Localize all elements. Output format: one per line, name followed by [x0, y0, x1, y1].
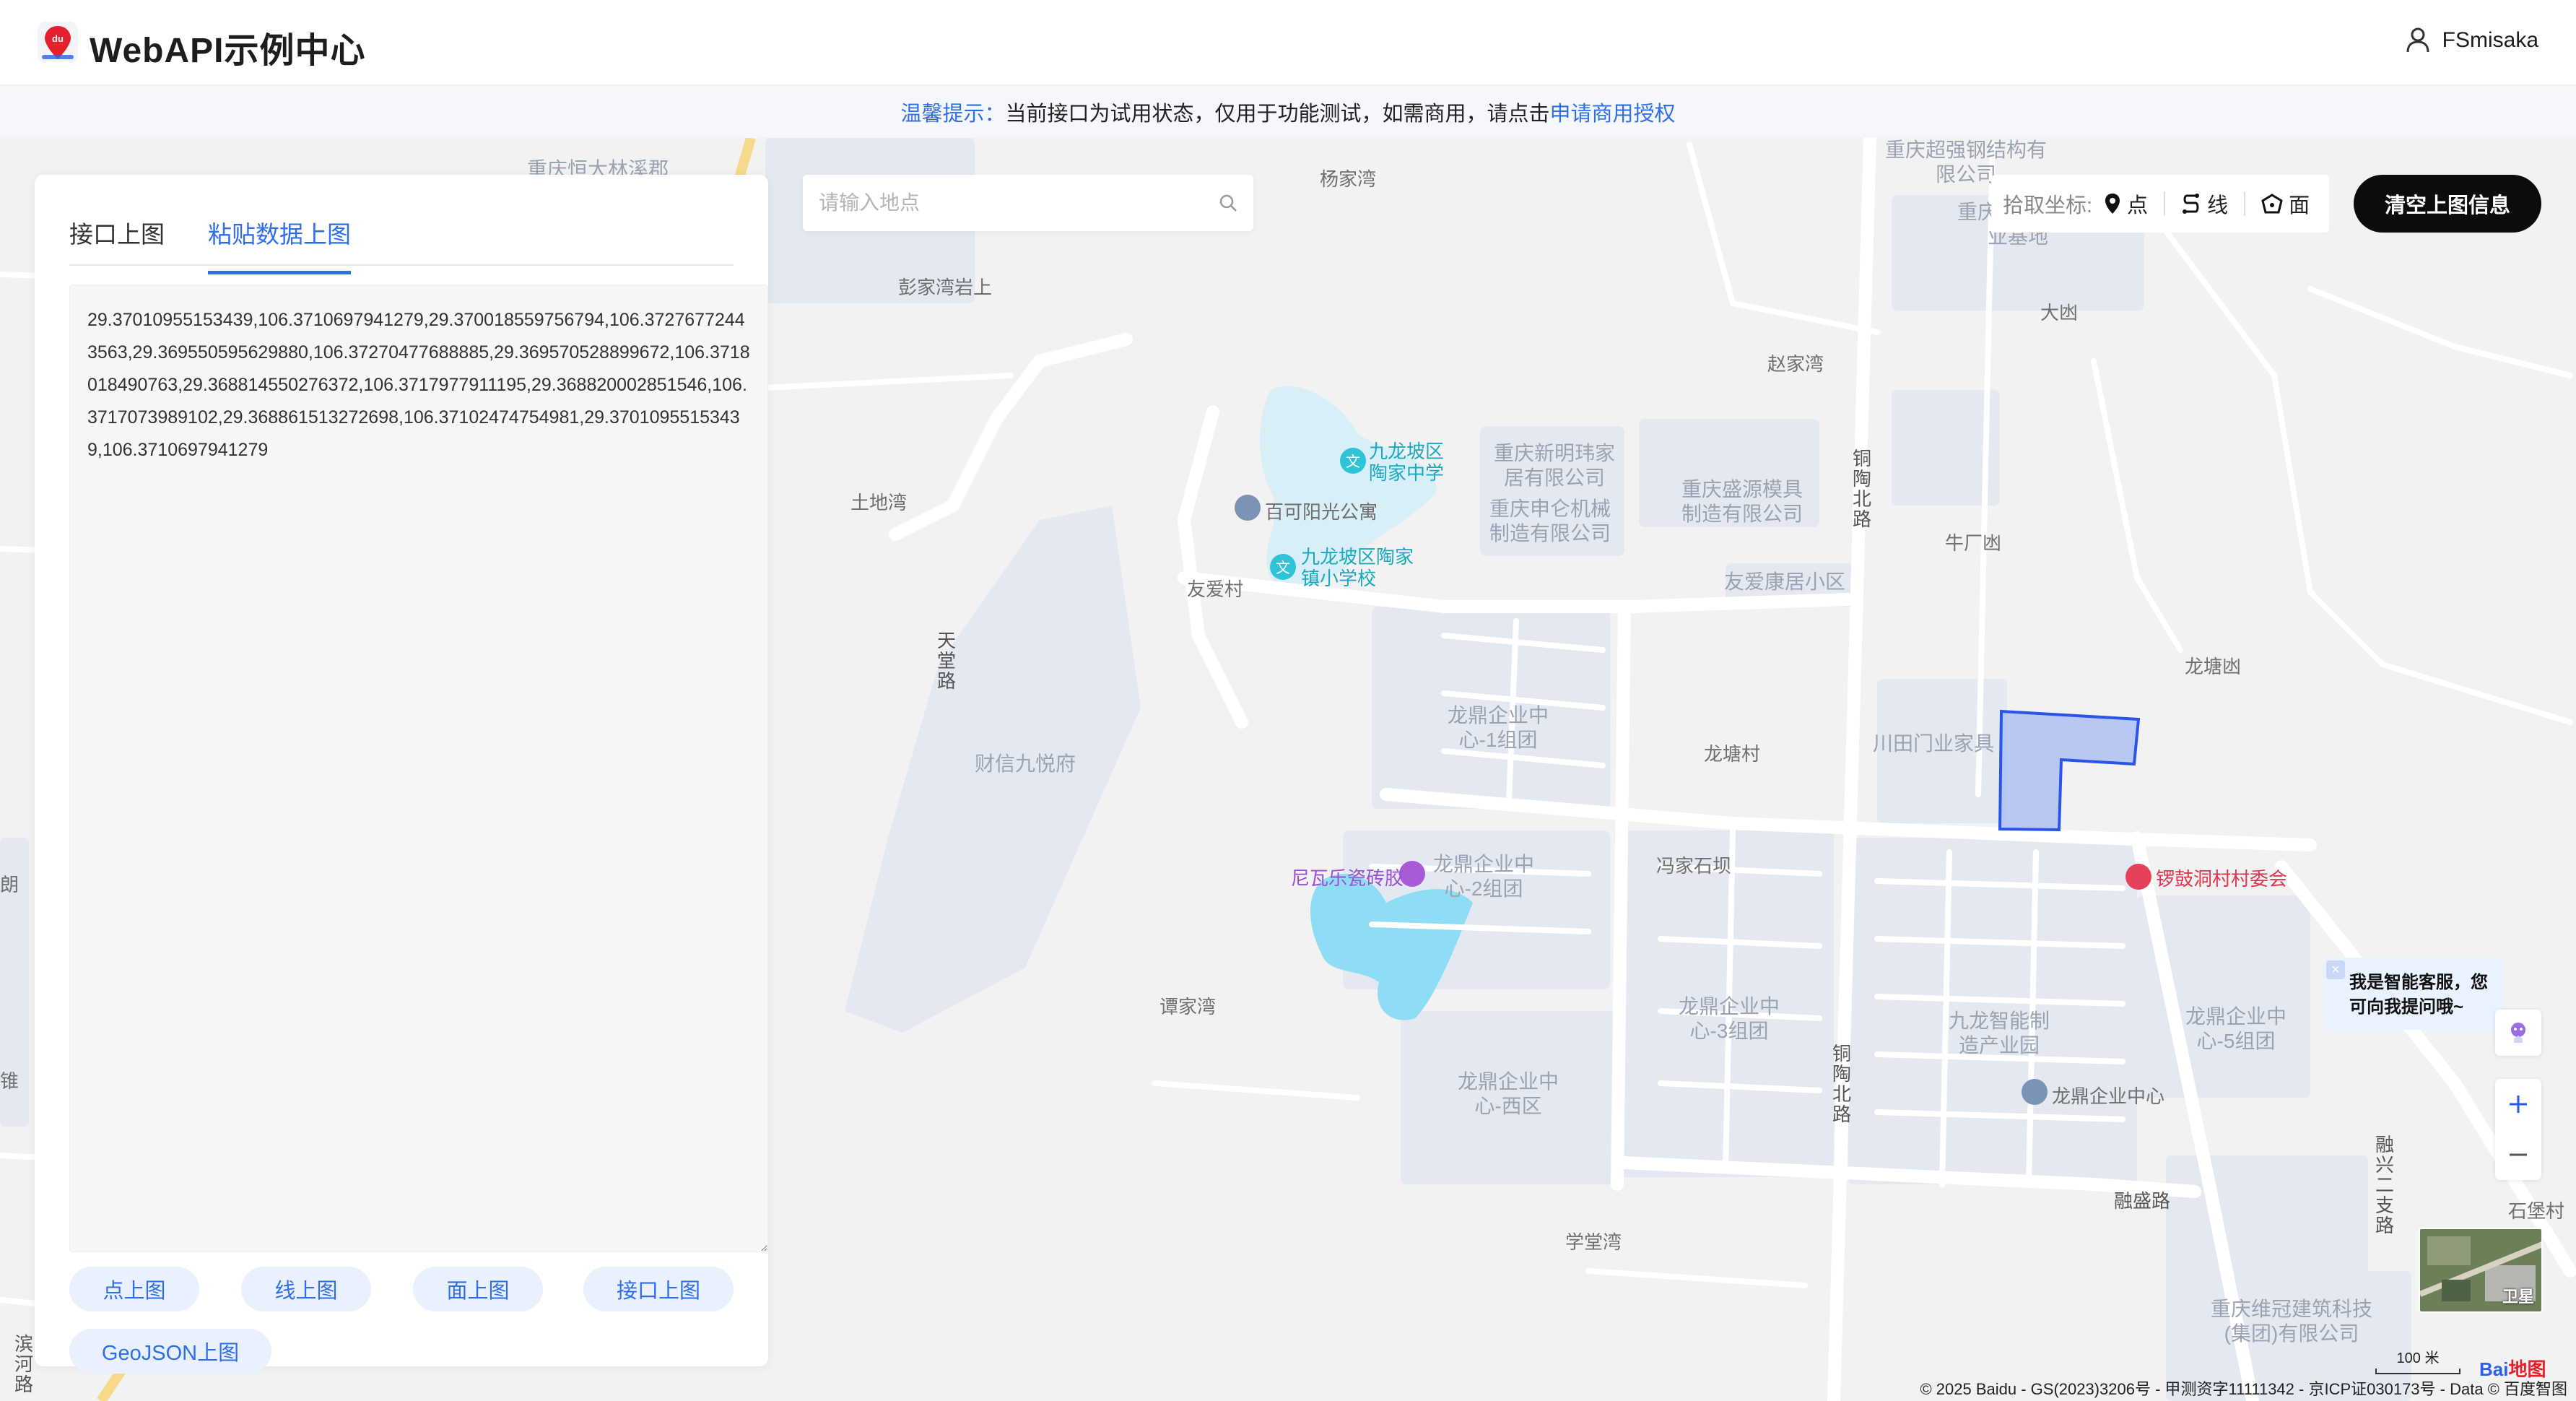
coordinate-picker-toolbar: 拾取坐标: 点 线 面: [1991, 175, 2329, 233]
map-label: 九龙智能制造产业园: [1948, 1010, 2050, 1057]
polygon-icon: [2261, 194, 2283, 214]
location-search[interactable]: [803, 175, 1253, 231]
map-label: 赵家湾: [1767, 353, 1824, 375]
plot-point-button[interactable]: 点上图: [69, 1267, 199, 1311]
toolbar-divider: [2244, 191, 2246, 216]
map-label: 财信九悦府: [975, 752, 1076, 775]
map-label: 石堡村: [2508, 1200, 2565, 1222]
notice-label: 温馨提示：: [900, 103, 1006, 126]
plot-line-button[interactable]: 线上图: [241, 1267, 371, 1311]
chat-bot-icon: [2511, 1023, 2525, 1043]
panel-tabs: 接口上图 粘贴数据上图: [69, 195, 734, 274]
svg-text:du: du: [52, 33, 64, 44]
road-label: 铜陶北路: [1853, 448, 1872, 530]
user-icon: [2406, 27, 2429, 53]
tab-paste-data-upload[interactable]: 粘贴数据上图: [208, 215, 351, 274]
map-label: 谭家湾: [1159, 996, 1217, 1018]
map-label: 冯家石坝: [1656, 855, 1732, 877]
map-label: 土地湾: [850, 492, 908, 513]
map-label: 杨家湾: [1320, 168, 1377, 190]
map-label: 彭家湾岩上: [898, 277, 993, 298]
map-copyright: © 2025 Baidu - GS(2023)3206号 - 甲测资字11111…: [1920, 1380, 2567, 1398]
map-label: 重庆维冠建筑科技(集团)有限公司: [2210, 1298, 2372, 1345]
map-label: 龙鼎企业中心-2组团: [1432, 853, 1534, 900]
map-label: 学堂湾: [1565, 1231, 1622, 1253]
road-label: 融盛路: [2114, 1190, 2171, 1212]
plot-polygon-button[interactable]: 面上图: [413, 1267, 543, 1311]
pick-line-label: 线: [2207, 194, 2229, 217]
map-label: 龙鼎企业中心-1组团: [1447, 704, 1549, 751]
coordinates-textarea[interactable]: [69, 285, 768, 1252]
route-icon: [2183, 194, 2200, 214]
svg-text:文: 文: [1276, 560, 1290, 576]
picker-label: 拾取坐标:: [2003, 194, 2093, 217]
plus-icon: [2510, 1096, 2527, 1113]
close-icon[interactable]: ×: [2326, 960, 2345, 979]
map-label: 重庆新明玮家居有限公司: [1493, 442, 1615, 489]
map-label: 牛厂凼: [1945, 532, 2002, 554]
username: FSmisaka: [2442, 28, 2538, 52]
satellite-label: 卫星: [2502, 1288, 2534, 1306]
map-label: 龙鼎企业中心-西区: [1457, 1070, 1559, 1117]
search-icon[interactable]: [1219, 194, 1237, 212]
poi-label[interactable]: 龙鼎企业中心: [2052, 1082, 2164, 1109]
map-label: 川田门业家具: [1873, 732, 1995, 755]
poi-label[interactable]: 尼瓦乐瓷砖胶: [1291, 864, 1404, 890]
map-label: 龙鼎企业中心-5组团: [2185, 1005, 2286, 1052]
zoom-out-button[interactable]: [2495, 1129, 2541, 1180]
map-scale: 100 米: [2375, 1346, 2460, 1374]
poi-label[interactable]: 锣鼓洞村村委会: [2156, 864, 2287, 891]
svg-text:文: 文: [1346, 454, 1360, 470]
notice-text: 当前接口为试用状态，仅用于功能测试，如需商用，请点击: [1005, 103, 1550, 126]
map-label: 龙塘凼: [2185, 656, 2242, 677]
chat-assistant-button[interactable]: [2495, 1010, 2541, 1056]
poi-label[interactable]: 九龙坡区陶家镇小学校: [1301, 546, 1424, 589]
zoom-in-button[interactable]: [2495, 1079, 2541, 1129]
header-bar: du WebAPI示例中心 FSmisaka: [0, 0, 2576, 85]
map-label: 龙塘村: [1704, 743, 1761, 765]
drawn-polygon: [1998, 709, 2141, 832]
search-input[interactable]: [819, 191, 1219, 214]
map-label: 友爱村: [1187, 578, 1244, 600]
notice-bar: 温馨提示： 当前接口为试用状态，仅用于功能测试，如需商用，请点击 申请商用授权: [0, 86, 2576, 138]
pick-polygon-label: 面: [2289, 194, 2310, 217]
zoom-control: [2495, 1079, 2541, 1180]
location-pin-icon: [2105, 194, 2120, 214]
scale-bar: [2375, 1369, 2460, 1374]
map-label: 锥: [0, 1070, 19, 1092]
map-label: 重庆盛源模具制造有限公司: [1681, 478, 1803, 525]
baidu-map-logo-icon[interactable]: du: [35, 20, 81, 66]
paste-data-panel: 接口上图 粘贴数据上图 点上图 线上图 面上图 接口上图 GeoJSON上图: [35, 175, 768, 1374]
assistant-bubble[interactable]: × 我是智能客服，您可向我提问哦~: [2323, 958, 2504, 1030]
map-label: 龙鼎企业中心-3组团: [1678, 995, 1780, 1042]
road-label: 铜陶北路: [1832, 1043, 1852, 1125]
pick-point-button[interactable]: 点: [2104, 188, 2148, 219]
clear-map-button[interactable]: 清空上图信息: [2354, 175, 2541, 233]
map-label: 友爱康居小区: [1724, 571, 1846, 593]
poi-label[interactable]: 百可阳光公寓: [1265, 498, 1378, 524]
pick-polygon-button[interactable]: 面: [2261, 188, 2310, 219]
scale-text: 100 米: [2396, 1350, 2440, 1366]
toolbar-divider: [2164, 191, 2166, 216]
tab-api-upload[interactable]: 接口上图: [69, 215, 165, 250]
road-label: 天堂路: [937, 630, 957, 692]
poi-label[interactable]: 九龙坡区陶家中学: [1369, 441, 1448, 484]
pick-point-label: 点: [2127, 194, 2149, 217]
map-label: 朗: [0, 874, 19, 895]
plot-api-button[interactable]: 接口上图: [583, 1267, 734, 1311]
road-label: 融兴二支路: [2375, 1134, 2395, 1236]
road-label: 滨河路: [14, 1333, 34, 1395]
map-label: 大凼: [2040, 302, 2079, 324]
plot-geojson-button[interactable]: GeoJSON上图: [69, 1329, 271, 1374]
user-menu[interactable]: FSmisaka: [2406, 27, 2538, 53]
assistant-bubble-text: 我是智能客服，您可向我提问哦~: [2349, 973, 2488, 1017]
pick-line-button[interactable]: 线: [2181, 188, 2228, 219]
map-label: 重庆申仑机械制造有限公司: [1489, 498, 1611, 545]
brand-title: WebAPI示例中心: [90, 32, 366, 70]
satellite-layer-toggle[interactable]: 卫星: [2419, 1228, 2543, 1313]
apply-license-link[interactable]: 申请商用授权: [1550, 97, 1676, 127]
minus-icon: [2510, 1153, 2527, 1156]
